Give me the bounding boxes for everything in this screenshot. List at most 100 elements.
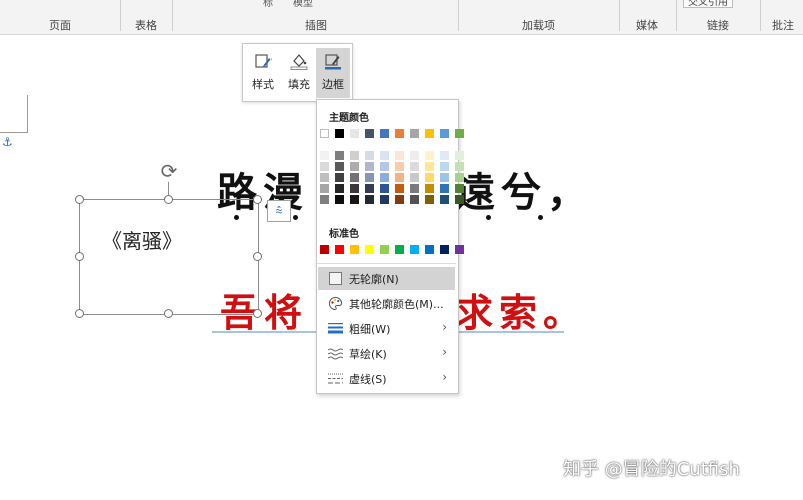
calligraphy-line-2-right[interactable]: 求索。 xyxy=(455,282,587,337)
theme-shade-swatch[interactable] xyxy=(365,184,374,193)
resize-handle[interactable] xyxy=(164,309,173,318)
menu-item-weight[interactable]: 粗细(W) › xyxy=(318,317,455,340)
theme-color-swatch[interactable] xyxy=(365,129,374,138)
theme-shade-swatch[interactable] xyxy=(365,173,374,182)
submenu-arrow-icon: › xyxy=(442,320,447,334)
no-outline-icon xyxy=(329,272,342,285)
standard-color-swatch[interactable] xyxy=(425,245,434,254)
theme-shade-swatch[interactable] xyxy=(320,162,329,171)
resize-handle[interactable] xyxy=(75,195,84,204)
theme-shade-swatch[interactable] xyxy=(440,195,449,204)
theme-shade-swatch[interactable] xyxy=(380,184,389,193)
theme-shade-swatch[interactable] xyxy=(335,173,344,182)
theme-shade-swatch[interactable] xyxy=(425,195,434,204)
theme-shade-swatch[interactable] xyxy=(455,173,464,182)
theme-shade-swatch[interactable] xyxy=(425,151,434,160)
outline-button[interactable]: 边框 xyxy=(316,48,350,98)
theme-shade-swatch[interactable] xyxy=(335,184,344,193)
theme-shade-swatch[interactable] xyxy=(455,195,464,204)
theme-color-swatch[interactable] xyxy=(410,129,419,138)
standard-color-swatch[interactable] xyxy=(395,245,404,254)
theme-shade-swatch[interactable] xyxy=(455,184,464,193)
theme-shade-swatch[interactable] xyxy=(395,195,404,204)
resize-handle[interactable] xyxy=(253,195,262,204)
theme-shade-swatch[interactable] xyxy=(320,173,329,182)
theme-shade-swatch[interactable] xyxy=(395,162,404,171)
theme-shade-swatch[interactable] xyxy=(380,162,389,171)
theme-shade-swatch[interactable] xyxy=(380,151,389,160)
theme-shade-swatch[interactable] xyxy=(320,151,329,160)
layout-options-icon[interactable]: ⩯ xyxy=(267,200,291,222)
theme-shade-swatch[interactable] xyxy=(455,162,464,171)
standard-color-swatch[interactable] xyxy=(365,245,374,254)
resize-handle[interactable] xyxy=(75,309,84,318)
theme-shade-swatch[interactable] xyxy=(410,195,419,204)
theme-shade-swatch[interactable] xyxy=(380,173,389,182)
theme-color-swatch[interactable] xyxy=(380,129,389,138)
theme-shade-swatch[interactable] xyxy=(395,151,404,160)
theme-shade-swatch[interactable] xyxy=(410,173,419,182)
theme-color-swatch[interactable] xyxy=(335,129,344,138)
standard-color-swatch[interactable] xyxy=(455,245,464,254)
theme-color-swatch[interactable] xyxy=(395,129,404,138)
theme-shade-swatch[interactable] xyxy=(440,184,449,193)
resize-handle[interactable] xyxy=(253,309,262,318)
theme-shade-swatch[interactable] xyxy=(335,162,344,171)
theme-shade-swatch[interactable] xyxy=(320,184,329,193)
menu-item-no-outline[interactable]: 无轮廓(N) xyxy=(318,267,455,290)
theme-shade-swatch[interactable] xyxy=(365,195,374,204)
text-box-content[interactable]: 《离骚》 xyxy=(102,225,182,254)
theme-shade-swatch[interactable] xyxy=(335,195,344,204)
theme-shade-swatch[interactable] xyxy=(320,195,329,204)
menu-item-label: 无轮廓(N) xyxy=(349,273,399,286)
theme-color-swatch[interactable] xyxy=(440,129,449,138)
cross-reference-button[interactable]: 交叉引用 xyxy=(683,0,733,8)
menu-item-sketched[interactable]: 草绘(K) › xyxy=(318,342,455,365)
theme-shade-swatch[interactable] xyxy=(335,151,344,160)
resize-handle[interactable] xyxy=(164,195,173,204)
theme-color-swatch[interactable] xyxy=(350,129,359,138)
theme-shade-swatch[interactable] xyxy=(365,162,374,171)
group-divider xyxy=(120,0,121,31)
theme-color-swatch[interactable] xyxy=(320,129,329,138)
theme-shade-swatch[interactable] xyxy=(425,184,434,193)
theme-shade-swatch[interactable] xyxy=(350,162,359,171)
theme-shade-swatch[interactable] xyxy=(455,151,464,160)
theme-shade-swatch[interactable] xyxy=(395,184,404,193)
theme-shade-swatch[interactable] xyxy=(425,162,434,171)
theme-shade-swatch[interactable] xyxy=(350,195,359,204)
rotate-handle-icon[interactable]: ⟳ xyxy=(158,160,180,182)
theme-shade-swatch[interactable] xyxy=(395,173,404,182)
standard-color-swatch[interactable] xyxy=(380,245,389,254)
standard-color-swatch[interactable] xyxy=(350,245,359,254)
theme-shade-swatch[interactable] xyxy=(440,162,449,171)
standard-color-swatch[interactable] xyxy=(440,245,449,254)
theme-color-swatch[interactable] xyxy=(455,129,464,138)
ribbon-fragment-label[interactable]: 标 xyxy=(263,0,273,9)
standard-color-swatch[interactable] xyxy=(320,245,329,254)
ribbon-fragment-label[interactable]: 模型 xyxy=(293,0,313,9)
menu-item-more-outline-colors[interactable]: 其他轮廓颜色(M)... xyxy=(318,292,455,315)
standard-color-swatch[interactable] xyxy=(410,245,419,254)
theme-shade-swatch[interactable] xyxy=(440,151,449,160)
submenu-arrow-icon: › xyxy=(442,345,447,359)
standard-color-swatch[interactable] xyxy=(335,245,344,254)
calligraphy-line-1-right[interactable]: 遠兮， xyxy=(455,160,593,218)
theme-shade-swatch[interactable] xyxy=(410,162,419,171)
theme-shade-swatch[interactable] xyxy=(365,151,374,160)
theme-shade-swatch[interactable] xyxy=(350,151,359,160)
theme-shade-swatch[interactable] xyxy=(350,173,359,182)
theme-shade-swatch[interactable] xyxy=(410,151,419,160)
theme-shade-swatch[interactable] xyxy=(410,184,419,193)
menu-item-dashes[interactable]: 虚线(S) › xyxy=(318,367,455,390)
resize-handle[interactable] xyxy=(75,252,84,261)
theme-shade-swatch[interactable] xyxy=(350,184,359,193)
theme-shade-swatch[interactable] xyxy=(425,173,434,182)
theme-color-swatch[interactable] xyxy=(425,129,434,138)
resize-handle[interactable] xyxy=(253,252,262,261)
style-button[interactable]: v 样式 xyxy=(246,48,280,98)
theme-shade-swatch[interactable] xyxy=(440,173,449,182)
theme-shade-swatch[interactable] xyxy=(380,195,389,204)
fill-button[interactable]: 填充 xyxy=(282,48,316,98)
text-box[interactable]: 《离骚》 xyxy=(75,195,262,318)
